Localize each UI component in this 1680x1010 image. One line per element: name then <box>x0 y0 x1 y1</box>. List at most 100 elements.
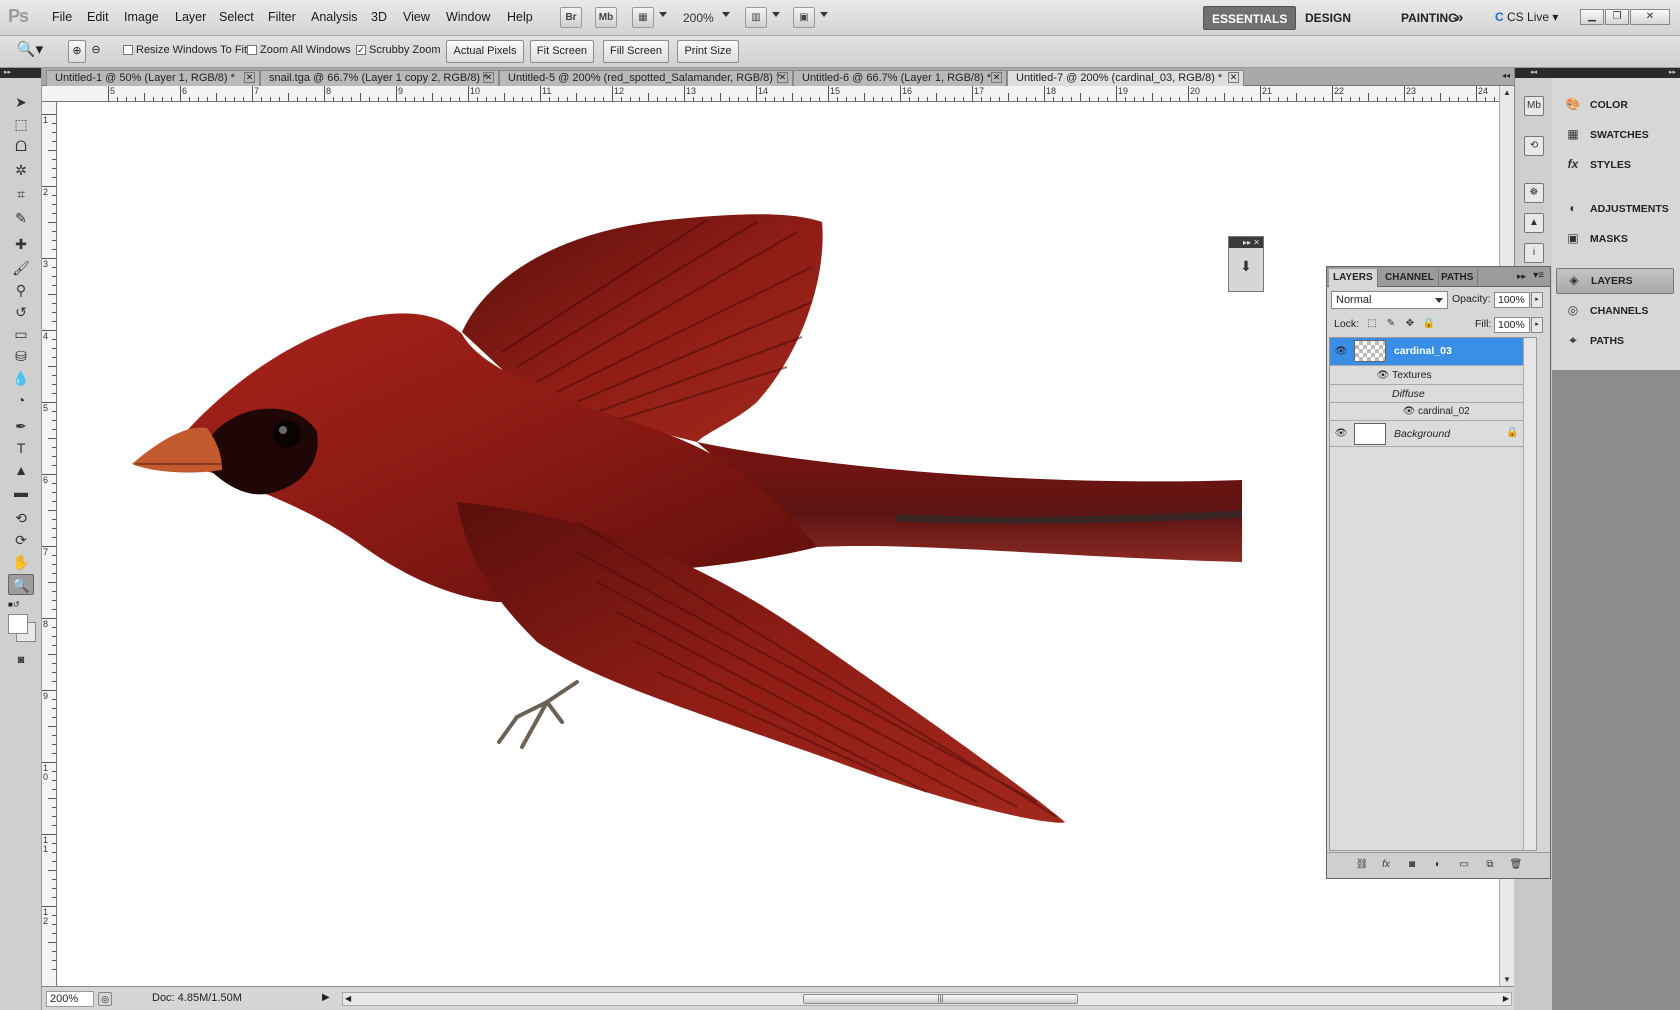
dock-color[interactable]: 🎨 COLOR <box>1556 92 1674 118</box>
3d-orbit-tool-icon[interactable]: ⟳ <box>8 530 34 551</box>
zoom-level-select[interactable]: 200% <box>683 11 714 25</box>
dock-styles[interactable]: fx STYLES <box>1556 152 1674 178</box>
status-menu-arrow-icon[interactable]: ▶ <box>322 992 330 1003</box>
panel-collapse-icon[interactable]: ◂◂ <box>1502 71 1510 80</box>
cs-live-menu[interactable]: C CS Live ▾ <box>1495 10 1558 24</box>
mini-bridge-button[interactable]: Mb <box>595 7 617 28</box>
workspace-more-button[interactable]: » <box>1447 6 1471 30</box>
scrubby-zoom-checkbox[interactable]: ✓ Scrubby Zoom <box>356 44 441 56</box>
effect-row-diffuse[interactable]: Diffuse <box>1330 385 1536 403</box>
paint-bucket-tool-icon[interactable]: ⛁ <box>8 346 34 367</box>
resize-windows-checkbox[interactable]: Resize Windows To Fit <box>123 44 247 56</box>
tab-paths[interactable]: PATHS <box>1437 269 1479 287</box>
layer-row-background[interactable]: 👁 Background 🔒 <box>1330 421 1536 447</box>
document-canvas[interactable] <box>57 102 1499 986</box>
eye-icon[interactable]: 👁 <box>1334 345 1348 359</box>
dock-swatches[interactable]: ▦ SWATCHES <box>1556 122 1674 148</box>
dock-collapse-icon[interactable]: ▸▸ <box>1552 68 1680 78</box>
status-info-icon[interactable]: ◎ <box>98 992 112 1006</box>
path-selection-tool-icon[interactable]: ▲ <box>8 460 34 481</box>
hand-tool-icon[interactable]: ✋ <box>8 552 34 573</box>
lock-position-icon[interactable]: ✥ <box>1403 317 1417 331</box>
close-tab-icon[interactable]: ✕ <box>991 72 1002 83</box>
zoom-in-icon[interactable]: ⊕ <box>68 40 86 63</box>
add-layer-style-icon[interactable]: fx <box>1379 858 1393 872</box>
actual-pixels-button[interactable]: Actual Pixels <box>446 40 524 63</box>
lock-transparent-icon[interactable]: ⬚ <box>1365 317 1379 331</box>
print-size-button[interactable]: Print Size <box>677 40 739 63</box>
marquee-tool-icon[interactable]: ⬚ <box>8 114 34 135</box>
fit-screen-button[interactable]: Fit Screen <box>530 40 594 63</box>
scrubby-zoom-box[interactable]: ✓ <box>356 45 366 55</box>
strip-collapse-icon[interactable]: ◂◂ <box>1515 68 1552 78</box>
dodge-tool-icon[interactable]: ◔ <box>8 390 34 411</box>
close-window-button[interactable]: ✕ <box>1630 9 1670 25</box>
fill-field[interactable]: 100% <box>1494 317 1530 333</box>
info-panel-icon[interactable]: i <box>1524 243 1544 263</box>
doc-tab-untitled-1[interactable]: Untitled-1 @ 50% (Layer 1, RGB/8) * ✕ <box>46 70 260 86</box>
dock-paths[interactable]: ⌖ PATHS <box>1556 328 1674 354</box>
panel-menu-icon[interactable]: ▾≡ <box>1533 270 1544 281</box>
view-extras-dropdown-icon[interactable] <box>659 12 667 17</box>
zoom-tool-icon[interactable]: 🔍 <box>8 574 34 595</box>
eye-icon[interactable]: 👁 <box>1376 369 1390 383</box>
menu-3d[interactable]: 3D <box>371 10 387 24</box>
workspace-design[interactable]: DESIGN <box>1297 6 1359 30</box>
menu-window[interactable]: Window <box>446 10 490 24</box>
link-layers-icon[interactable]: ⛓ <box>1355 858 1369 872</box>
mini-bridge-panel-icon[interactable]: Mb <box>1524 96 1544 116</box>
scroll-down-icon[interactable]: ▼ <box>1503 975 1511 984</box>
dock-channels[interactable]: ◎ CHANNELS <box>1556 298 1674 324</box>
dock-masks[interactable]: ▣ MASKS <box>1556 226 1674 252</box>
menu-view[interactable]: View <box>403 10 430 24</box>
quick-selection-tool-icon[interactable]: ✲ <box>8 160 34 181</box>
blur-tool-icon[interactable]: 💧 <box>8 368 34 389</box>
eraser-tool-icon[interactable]: ▭ <box>8 324 34 345</box>
eye-icon[interactable]: 👁 <box>1402 405 1416 419</box>
screen-mode-dropdown-icon[interactable] <box>820 12 828 17</box>
delete-layer-icon[interactable]: 🗑 <box>1509 858 1523 872</box>
layer-list-scrollbar[interactable] <box>1523 338 1536 850</box>
clone-stamp-tool-icon[interactable]: ⚲ <box>8 280 34 301</box>
dock-adjustments[interactable]: ◐ ADJUSTMENTS <box>1556 196 1674 222</box>
scroll-up-icon[interactable]: ▲ <box>1503 88 1511 97</box>
pen-tool-icon[interactable]: ✒ <box>8 416 34 437</box>
new-layer-icon[interactable]: ⧉ <box>1483 858 1497 872</box>
opacity-slider-icon[interactable]: ▸ <box>1531 292 1543 308</box>
status-zoom-field[interactable]: 200% <box>46 991 94 1007</box>
navigator-panel-icon[interactable]: ☸ <box>1524 183 1544 203</box>
scroll-left-icon[interactable]: ◀ <box>345 994 351 1003</box>
lasso-tool-icon[interactable]: ᗝ <box>8 136 34 157</box>
effect-row-cardinal-02[interactable]: 👁 cardinal_02 <box>1330 403 1536 421</box>
arrange-dropdown-icon[interactable] <box>772 12 780 17</box>
default-colors-icon[interactable]: ■↺ <box>8 600 20 609</box>
tab-layers[interactable]: LAYERS <box>1329 269 1378 287</box>
menu-select[interactable]: Select <box>219 10 254 24</box>
horizontal-scrollbar[interactable]: ◀ ||| ▶ <box>342 992 1512 1006</box>
add-mask-icon[interactable]: ◙ <box>1405 858 1419 872</box>
doc-tab-untitled-6[interactable]: Untitled-6 @ 66.7% (Layer 1, RGB/8) * ✕ <box>793 70 1007 86</box>
minimize-button[interactable]: ▁ <box>1580 9 1604 25</box>
panel-collapse-icon[interactable]: ▸▸ <box>1517 271 1526 282</box>
zoom-out-icon[interactable]: ⊖ <box>87 40 105 63</box>
scroll-right-icon[interactable]: ▶ <box>1503 994 1509 1003</box>
3d-rotate-tool-icon[interactable]: ⟲ <box>8 508 34 529</box>
mini-panel-header[interactable]: ▸▸ ✕ <box>1229 237 1263 248</box>
shape-tool-icon[interactable]: ▬ <box>8 482 34 503</box>
doc-tab-untitled-7[interactable]: Untitled-7 @ 200% (cardinal_03, RGB/8) *… <box>1007 70 1244 86</box>
menu-analysis[interactable]: Analysis <box>311 10 358 24</box>
close-tab-icon[interactable]: ✕ <box>244 72 255 83</box>
eyedropper-tool-icon[interactable]: ✎ <box>8 208 34 229</box>
close-tab-icon[interactable]: ✕ <box>777 72 788 83</box>
menu-edit[interactable]: Edit <box>87 10 109 24</box>
zoom-dropdown-icon[interactable] <box>722 12 730 17</box>
history-brush-tool-icon[interactable]: ↺ <box>8 302 34 323</box>
menu-file[interactable]: File <box>52 10 72 24</box>
new-group-icon[interactable]: ▭ <box>1457 858 1471 872</box>
horizontal-scroll-thumb[interactable]: ||| <box>803 994 1078 1004</box>
arrange-documents-icon[interactable]: ▥ <box>745 7 767 28</box>
zoom-all-box[interactable] <box>247 45 257 55</box>
doc-tab-snail[interactable]: snail.tga @ 66.7% (Layer 1 copy 2, RGB/8… <box>260 70 499 86</box>
histogram-panel-icon[interactable]: ▲ <box>1524 213 1544 233</box>
workspace-essentials[interactable]: ESSENTIALS <box>1203 6 1297 30</box>
